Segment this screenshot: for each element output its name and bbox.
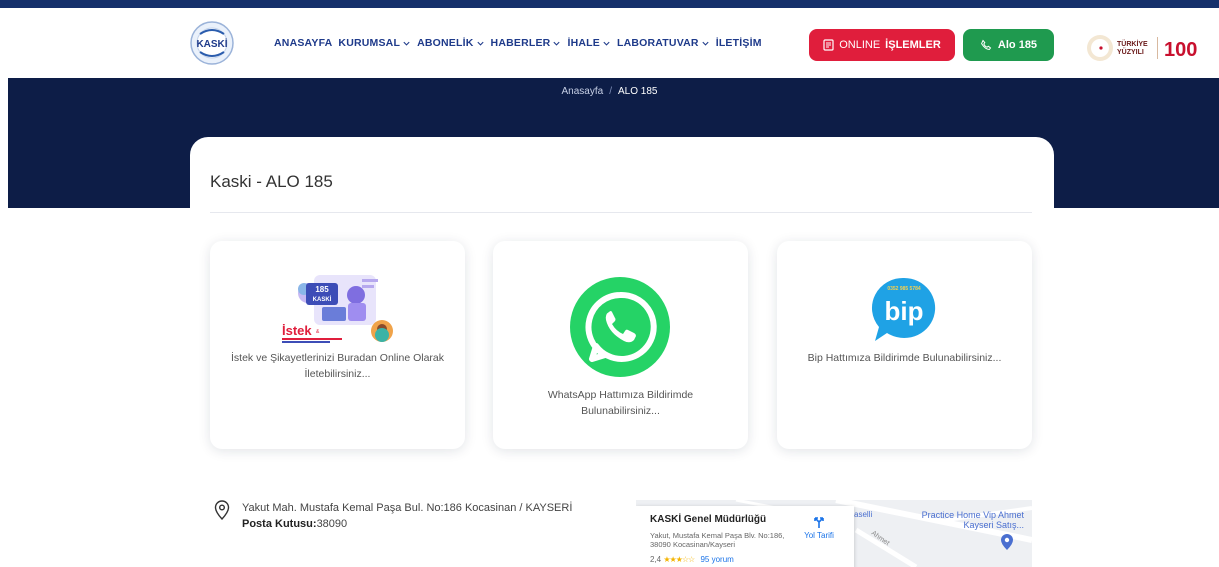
illustration-number: 185 [315,285,329,294]
chevron-down-icon [476,41,484,46]
illustration-suffix: & [316,329,320,335]
logo-text: KASKİ [196,37,227,50]
illustration-brand: KASKİ [313,296,332,303]
map-directions[interactable]: Yol Tarifi [794,515,844,540]
address-line: Yakut Mah. Mustafa Kemal Paşa Bul. No:18… [242,502,573,514]
tile-istek-sikayet[interactable]: 185 KASKİ İstek & İstek ve Şikayetlerini… [210,241,465,449]
illustration-word: İstek [282,323,312,338]
map-rating-value: 2,4 [650,555,662,564]
map-street-label: aselli [854,510,873,519]
tile-whatsapp[interactable]: WhatsApp Hattımıza Bildirimde Bulunabili… [493,241,748,449]
bip-icon: 0352 985 5784 bip [871,277,936,341]
location-pin-icon [214,500,230,520]
tile-istek-text: İstek ve Şikayetlerinizi Buradan Online … [230,352,444,380]
alo-185-button[interactable]: Alo 185 [963,29,1054,61]
badge-line2: YÜZYILI [1117,47,1144,56]
map-embed[interactable]: aselli Ahmet Practice Home Vip Ahmet Kay… [636,500,1032,567]
islemler-label: İŞLEMLER [885,39,941,51]
alo-label: Alo 185 [997,39,1038,51]
whatsapp-icon [570,277,670,377]
chevron-down-icon [403,41,410,46]
map-rating: 2,4 ★★★☆☆ 95 yorum [650,555,734,564]
bip-phone: 0352 985 5784 [887,286,921,292]
chevron-down-icon [603,41,610,46]
tile-bip[interactable]: 0352 985 5784 bip Bip Hattımıza Bildirim… [777,241,1032,449]
map-reviews-link[interactable]: 95 yorum [700,555,733,564]
nav-ihale[interactable]: İHALE [567,37,611,49]
breadcrumb-current: ALO 185 [618,86,658,97]
nav-kurumsal[interactable]: KURUMSAL [338,37,411,49]
nav-iletisim[interactable]: İLETİŞİM [716,37,762,49]
chevron-down-icon [553,41,561,46]
map-nearby-place[interactable]: Practice Home Vip Ahmet Kayseri Satış... [914,510,1024,530]
breadcrumb-home[interactable]: Anasayfa [562,86,604,97]
nav-laboratuvar[interactable]: LABORATUVAR [617,37,710,49]
turkiye-100-badge: TÜRKİYE YÜZYILI 100 [1086,34,1214,62]
po-label: Posta Kutusu: [242,518,317,530]
directions-icon [814,517,824,528]
nav-haberler[interactable]: HABERLER [491,37,562,49]
badge-line1: TÜRKİYE [1117,39,1148,48]
chevron-down-icon [702,41,709,46]
phone-icon [980,39,992,51]
tile-bip-text: Bip Hattımıza Bildirimde Bulunabilirsini… [807,352,1002,364]
main-nav: ANASAYFA KURUMSAL ABONELİK HABERLER İHAL… [274,8,762,78]
kaski-logo[interactable]: KASKİ [190,20,234,66]
site-header: KASKİ ANASAYFA KURUMSAL ABONELİK HABERLE… [0,8,1219,78]
po-value: 38090 [316,518,348,530]
top-accent-bar [0,0,1219,8]
page-title: Kaski - ALO 185 [210,172,333,191]
nav-abonelik[interactable]: ABONELİK [417,37,484,49]
istek-illustration: 185 KASKİ İstek & [282,275,393,343]
tile-whatsapp-text: WhatsApp Hattımıza Bildirimde Bulunabili… [547,389,694,417]
nav-anasayfa[interactable]: ANASAYFA [274,37,332,49]
contact-address: Yakut Mah. Mustafa Kemal Paşa Bul. No:18… [214,500,572,532]
map-pin-icon [1001,534,1013,550]
online-label: ONLINE [839,39,881,51]
breadcrumb-separator: / [609,86,612,97]
document-icon [823,39,834,51]
map-place-address: Yakut, Mustafa Kemal Paşa Blv. No:186, 3… [650,531,785,549]
map-place-title: KASKİ Genel Müdürlüğü [650,514,767,525]
title-divider [210,212,1032,213]
online-islemler-button[interactable]: ONLINE İŞLEMLER [809,29,955,61]
bip-wordmark: bip [885,296,924,326]
rating-stars-icon: ★★★☆☆ [663,555,695,564]
directions-label: Yol Tarifi [804,531,834,540]
breadcrumb: Anasayfa / ALO 185 [0,86,1219,97]
map-place-card: KASKİ Genel Müdürlüğü Yakut, Mustafa Kem… [636,506,854,567]
badge-number: 100 [1164,39,1197,61]
